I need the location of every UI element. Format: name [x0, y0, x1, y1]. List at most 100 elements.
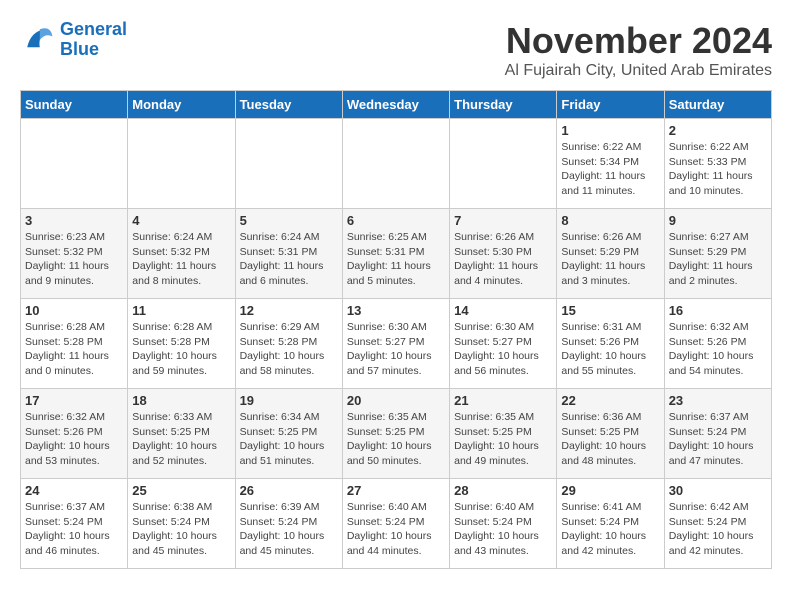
day-info: Sunrise: 6:26 AM Sunset: 5:29 PM Dayligh… — [561, 230, 659, 289]
day-cell: 24Sunrise: 6:37 AM Sunset: 5:24 PM Dayli… — [21, 479, 128, 569]
day-info: Sunrise: 6:37 AM Sunset: 5:24 PM Dayligh… — [25, 500, 123, 559]
day-cell: 22 Sunrise: 6:36 AM Sunset: 5:25 PM Dayli… — [557, 389, 664, 479]
day-cell: 8 Sunrise: 6:26 AM Sunset: 5:29 PM Daylig… — [557, 209, 664, 299]
day-info: Sunrise: 6:35 AM Sunset: 5:25 PM Dayligh… — [454, 410, 552, 469]
day-info: Sunrise: 6:23 AM Sunset: 5:32 PM Dayligh… — [25, 230, 123, 289]
month-title: November 2024 — [505, 20, 772, 62]
column-header-wednesday: Wednesday — [342, 91, 449, 119]
day-cell: 6 Sunrise: 6:25 AM Sunset: 5:31 PM Daylig… — [342, 209, 449, 299]
day-cell: 15Sunrise: 6:31 AM Sunset: 5:26 PM Dayli… — [557, 299, 664, 389]
day-number: 3 — [25, 213, 123, 228]
day-number: 14 — [454, 303, 552, 318]
location-title: Al Fujairah City, United Arab Emirates — [505, 62, 772, 80]
day-number: 9 — [669, 213, 767, 228]
day-number: 6 — [347, 213, 445, 228]
day-info: Sunrise: 6:32 AM Sunset: 5:26 PM Dayligh… — [669, 320, 767, 379]
day-info: Sunrise: 6:28 AM Sunset: 5:28 PM Dayligh… — [25, 320, 123, 379]
day-number: 16 — [669, 303, 767, 318]
day-cell: 28Sunrise: 6:40 AM Sunset: 5:24 PM Dayli… — [450, 479, 557, 569]
day-cell: 19 Sunrise: 6:34 AM Sunset: 5:25 PM Dayli… — [235, 389, 342, 479]
day-info: Sunrise: 6:30 AM Sunset: 5:27 PM Dayligh… — [454, 320, 552, 379]
day-number: 29 — [561, 483, 659, 498]
day-info: Sunrise: 6:24 AM Sunset: 5:31 PM Dayligh… — [240, 230, 338, 289]
day-info: Sunrise: 6:35 AM Sunset: 5:25 PM Dayligh… — [347, 410, 445, 469]
day-number: 30 — [669, 483, 767, 498]
day-cell: 21 Sunrise: 6:35 AM Sunset: 5:25 PM Dayli… — [450, 389, 557, 479]
day-number: 26 — [240, 483, 338, 498]
day-cell: 27 Sunrise: 6:40 AM Sunset: 5:24 PM Dayli… — [342, 479, 449, 569]
day-cell: 7 Sunrise: 6:26 AM Sunset: 5:30 PM Daylig… — [450, 209, 557, 299]
day-number: 5 — [240, 213, 338, 228]
day-number: 13 — [347, 303, 445, 318]
calendar-table: SundayMondayTuesdayWednesdayThursdayFrid… — [20, 90, 772, 569]
day-info: Sunrise: 6:34 AM Sunset: 5:25 PM Dayligh… — [240, 410, 338, 469]
day-number: 1 — [561, 123, 659, 138]
day-number: 12 — [240, 303, 338, 318]
day-info: Sunrise: 6:22 AM Sunset: 5:33 PM Dayligh… — [669, 140, 767, 199]
day-info: Sunrise: 6:40 AM Sunset: 5:24 PM Dayligh… — [454, 500, 552, 559]
column-header-tuesday: Tuesday — [235, 91, 342, 119]
column-header-friday: Friday — [557, 91, 664, 119]
day-cell: 9Sunrise: 6:27 AM Sunset: 5:29 PM Daylig… — [664, 209, 771, 299]
logo-text: General Blue — [60, 20, 127, 60]
day-info: Sunrise: 6:41 AM Sunset: 5:24 PM Dayligh… — [561, 500, 659, 559]
day-number: 11 — [132, 303, 230, 318]
column-header-thursday: Thursday — [450, 91, 557, 119]
day-info: Sunrise: 6:25 AM Sunset: 5:31 PM Dayligh… — [347, 230, 445, 289]
day-cell: 14 Sunrise: 6:30 AM Sunset: 5:27 PM Dayli… — [450, 299, 557, 389]
day-number: 22 — [561, 393, 659, 408]
day-cell: 17 Sunrise: 6:32 AM Sunset: 5:26 PM Dayli… — [21, 389, 128, 479]
day-cell: 12 Sunrise: 6:29 AM Sunset: 5:28 PM Dayli… — [235, 299, 342, 389]
logo: General Blue — [20, 20, 127, 60]
day-cell: 23 Sunrise: 6:37 AM Sunset: 5:24 PM Dayli… — [664, 389, 771, 479]
day-info: Sunrise: 6:38 AM Sunset: 5:24 PM Dayligh… — [132, 500, 230, 559]
day-cell — [450, 119, 557, 209]
day-cell: 18Sunrise: 6:33 AM Sunset: 5:25 PM Dayli… — [128, 389, 235, 479]
column-header-sunday: Sunday — [21, 91, 128, 119]
day-info: Sunrise: 6:24 AM Sunset: 5:32 PM Dayligh… — [132, 230, 230, 289]
day-number: 23 — [669, 393, 767, 408]
day-cell: 4Sunrise: 6:24 AM Sunset: 5:32 PM Daylig… — [128, 209, 235, 299]
day-cell: 11Sunrise: 6:28 AM Sunset: 5:28 PM Dayli… — [128, 299, 235, 389]
week-row-5: 24Sunrise: 6:37 AM Sunset: 5:24 PM Dayli… — [21, 479, 772, 569]
day-number: 2 — [669, 123, 767, 138]
day-number: 27 — [347, 483, 445, 498]
day-cell — [128, 119, 235, 209]
day-cell: 1 Sunrise: 6:22 AM Sunset: 5:34 PM Daylig… — [557, 119, 664, 209]
day-info: Sunrise: 6:30 AM Sunset: 5:27 PM Dayligh… — [347, 320, 445, 379]
day-cell: 13 Sunrise: 6:30 AM Sunset: 5:27 PM Dayli… — [342, 299, 449, 389]
day-info: Sunrise: 6:33 AM Sunset: 5:25 PM Dayligh… — [132, 410, 230, 469]
day-number: 17 — [25, 393, 123, 408]
day-number: 8 — [561, 213, 659, 228]
day-number: 21 — [454, 393, 552, 408]
week-row-4: 17 Sunrise: 6:32 AM Sunset: 5:26 PM Dayli… — [21, 389, 772, 479]
week-row-3: 10 Sunrise: 6:28 AM Sunset: 5:28 PM Dayli… — [21, 299, 772, 389]
day-info: Sunrise: 6:42 AM Sunset: 5:24 PM Dayligh… — [669, 500, 767, 559]
day-number: 7 — [454, 213, 552, 228]
week-row-2: 3 Sunrise: 6:23 AM Sunset: 5:32 PM Daylig… — [21, 209, 772, 299]
day-cell: 20Sunrise: 6:35 AM Sunset: 5:25 PM Dayli… — [342, 389, 449, 479]
day-cell — [21, 119, 128, 209]
day-info: Sunrise: 6:32 AM Sunset: 5:26 PM Dayligh… — [25, 410, 123, 469]
day-cell: 2 Sunrise: 6:22 AM Sunset: 5:33 PM Daylig… — [664, 119, 771, 209]
day-info: Sunrise: 6:36 AM Sunset: 5:25 PM Dayligh… — [561, 410, 659, 469]
day-info: Sunrise: 6:40 AM Sunset: 5:24 PM Dayligh… — [347, 500, 445, 559]
calendar-header-row: SundayMondayTuesdayWednesdayThursdayFrid… — [21, 91, 772, 119]
day-number: 10 — [25, 303, 123, 318]
column-header-monday: Monday — [128, 91, 235, 119]
day-info: Sunrise: 6:29 AM Sunset: 5:28 PM Dayligh… — [240, 320, 338, 379]
day-number: 19 — [240, 393, 338, 408]
day-cell: 26Sunrise: 6:39 AM Sunset: 5:24 PM Dayli… — [235, 479, 342, 569]
column-header-saturday: Saturday — [664, 91, 771, 119]
week-row-1: 1 Sunrise: 6:22 AM Sunset: 5:34 PM Daylig… — [21, 119, 772, 209]
page-header: General Blue November 2024 Al Fujairah C… — [20, 20, 772, 80]
day-cell: 10 Sunrise: 6:28 AM Sunset: 5:28 PM Dayli… — [21, 299, 128, 389]
day-cell: 5 Sunrise: 6:24 AM Sunset: 5:31 PM Daylig… — [235, 209, 342, 299]
day-cell: 29 Sunrise: 6:41 AM Sunset: 5:24 PM Dayli… — [557, 479, 664, 569]
day-info: Sunrise: 6:22 AM Sunset: 5:34 PM Dayligh… — [561, 140, 659, 199]
day-info: Sunrise: 6:26 AM Sunset: 5:30 PM Dayligh… — [454, 230, 552, 289]
day-cell: 3 Sunrise: 6:23 AM Sunset: 5:32 PM Daylig… — [21, 209, 128, 299]
day-cell — [235, 119, 342, 209]
day-cell: 25Sunrise: 6:38 AM Sunset: 5:24 PM Dayli… — [128, 479, 235, 569]
day-info: Sunrise: 6:37 AM Sunset: 5:24 PM Dayligh… — [669, 410, 767, 469]
